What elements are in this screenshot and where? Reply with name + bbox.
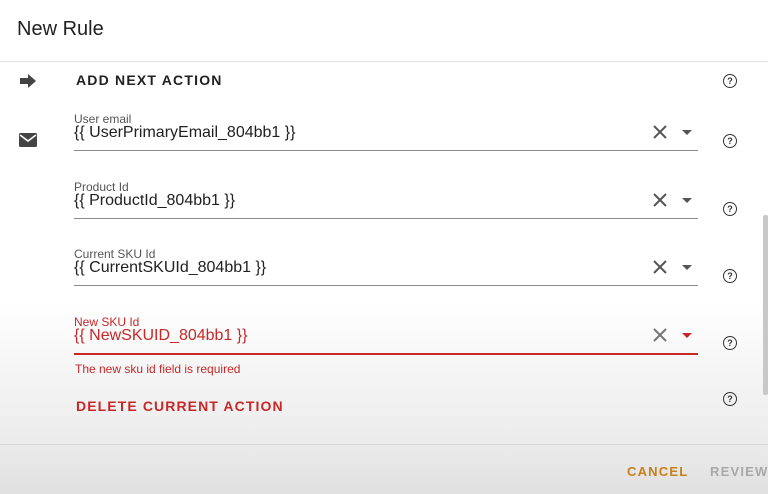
dialog-header: New Rule <box>0 0 768 62</box>
review-button[interactable]: REVIEW <box>710 464 768 479</box>
dropdown-arrow-icon[interactable] <box>682 130 692 135</box>
new-sku-id-field[interactable]: New SKU Id {{ NewSKUID_804bb1 }} <box>74 315 698 357</box>
field-underline <box>74 285 698 286</box>
field-value[interactable]: {{ ProductId_804bb1 }} <box>74 192 235 210</box>
help-icon[interactable]: ? <box>723 202 737 216</box>
clear-icon[interactable] <box>652 327 668 343</box>
help-icon[interactable]: ? <box>723 392 737 406</box>
dropdown-arrow-icon[interactable] <box>682 198 692 203</box>
help-icon[interactable]: ? <box>723 336 737 350</box>
scrollbar[interactable] <box>763 215 768 395</box>
delete-current-action-button[interactable]: DELETE CURRENT ACTION <box>76 398 284 414</box>
field-value[interactable]: {{ CurrentSKUId_804bb1 }} <box>74 259 266 277</box>
product-id-field[interactable]: Product Id {{ ProductId_804bb1 }} <box>74 180 698 222</box>
dropdown-arrow-icon[interactable] <box>682 265 692 270</box>
field-error-message: The new sku id field is required <box>75 362 241 376</box>
help-icon[interactable]: ? <box>723 269 737 283</box>
field-underline <box>74 218 698 219</box>
field-value[interactable]: {{ UserPrimaryEmail_804bb1 }} <box>74 124 295 142</box>
field-underline <box>74 353 698 355</box>
email-icon <box>19 133 37 147</box>
clear-icon[interactable] <box>652 124 668 140</box>
dialog-footer: CANCEL REVIEW <box>0 444 768 494</box>
arrow-right-icon <box>20 74 36 88</box>
user-email-field[interactable]: User email {{ UserPrimaryEmail_804bb1 }} <box>74 112 698 154</box>
dialog-title: New Rule <box>17 18 104 40</box>
cancel-button[interactable]: CANCEL <box>627 464 688 479</box>
field-underline <box>74 150 698 151</box>
field-value[interactable]: {{ NewSKUID_804bb1 }} <box>74 327 247 345</box>
add-next-action-button[interactable]: ADD NEXT ACTION <box>76 72 223 88</box>
help-icon[interactable]: ? <box>723 134 737 148</box>
clear-icon[interactable] <box>652 259 668 275</box>
help-icon[interactable]: ? <box>723 74 737 88</box>
current-sku-id-field[interactable]: Current SKU Id {{ CurrentSKUId_804bb1 }} <box>74 247 698 289</box>
clear-icon[interactable] <box>652 192 668 208</box>
dropdown-arrow-icon[interactable] <box>682 333 692 338</box>
